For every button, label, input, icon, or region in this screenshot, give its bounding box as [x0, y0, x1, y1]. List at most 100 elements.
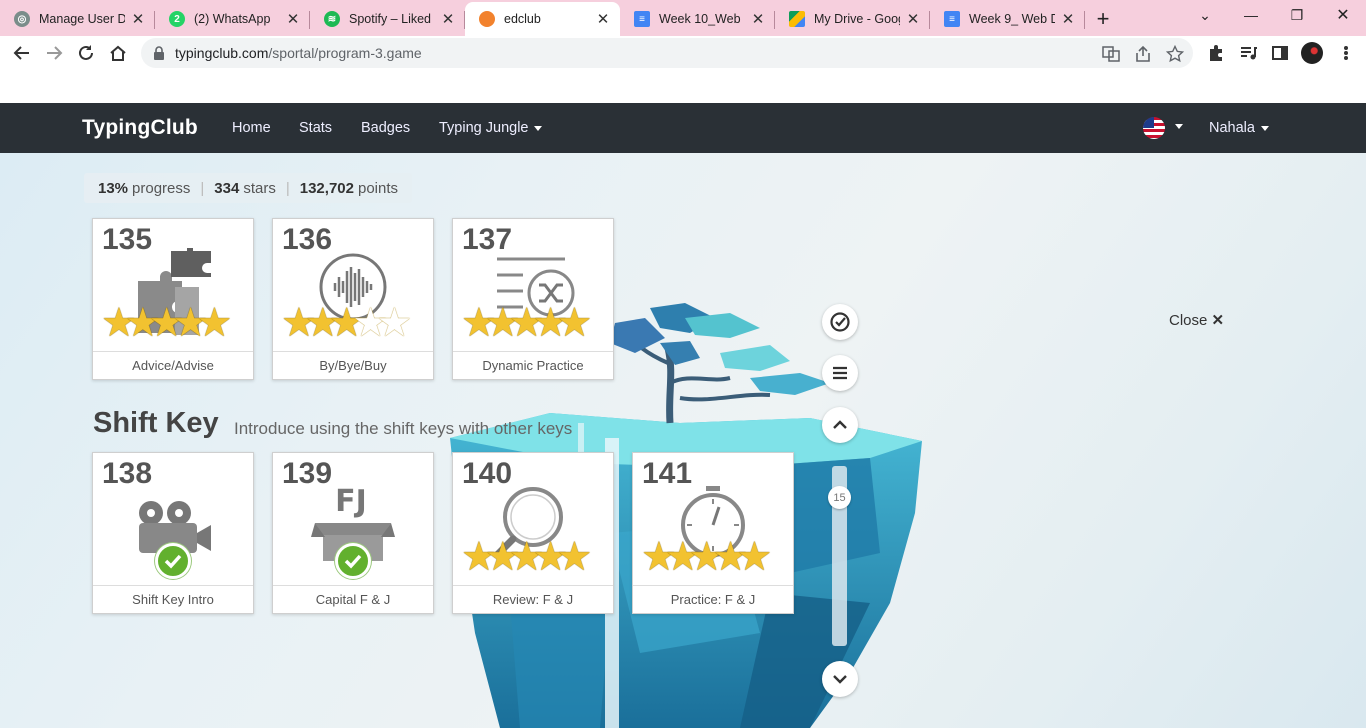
level-scroll-handle[interactable]: 15	[828, 486, 851, 509]
lesson-number: 138	[102, 457, 153, 490]
lesson-number: 135	[102, 223, 153, 256]
close-tab-icon[interactable]: ✕	[286, 10, 300, 28]
user-menu-dropdown[interactable]: Nahala	[1209, 120, 1269, 136]
google-docs-favicon-icon: ≡	[634, 11, 650, 27]
nav-badges-link[interactable]: Badges	[361, 120, 410, 136]
back-button[interactable]	[9, 41, 35, 65]
stars-label: stars	[243, 179, 276, 197]
close-icon: ✕	[1211, 312, 1225, 329]
lesson-number: 137	[462, 223, 513, 256]
star-rating: ★ ★ ★ ★ ★	[461, 301, 593, 345]
restore-window-button[interactable]: ❐	[1274, 0, 1320, 30]
profile-avatar[interactable]	[1301, 42, 1323, 64]
browser-tab[interactable]: ≡ Week 9_ Web De ✕	[930, 2, 1085, 36]
browser-menu-icon[interactable]	[1336, 42, 1356, 64]
chatgpt-favicon-icon: ◎	[14, 11, 30, 27]
back-arrow-icon	[13, 46, 29, 60]
browser-tab-active[interactable]: edclub ✕	[465, 2, 620, 36]
scroll-up-button[interactable]	[822, 407, 858, 443]
hamburger-icon	[833, 366, 847, 380]
close-window-button[interactable]: ✕	[1320, 0, 1366, 30]
us-flag-icon[interactable]	[1143, 117, 1165, 139]
nav-stats-link[interactable]: Stats	[299, 120, 332, 136]
close-tab-icon[interactable]: ✕	[131, 10, 145, 28]
tab-title: Week 10_Web De	[659, 12, 745, 26]
browser-tab-strip: ◎ Manage User Dat ✕ 2 (2) WhatsApp ✕ ≋ S…	[0, 0, 1366, 36]
bookmark-star-icon[interactable]	[1166, 45, 1184, 63]
new-tab-button[interactable]: +	[1085, 2, 1121, 36]
google-drive-favicon-icon	[789, 11, 805, 27]
lesson-title: Dynamic Practice	[453, 351, 613, 379]
lock-icon	[154, 46, 164, 60]
chevron-down-icon	[833, 675, 847, 684]
nav-home-link[interactable]: Home	[232, 120, 271, 136]
close-tab-icon[interactable]: ✕	[596, 10, 610, 28]
browser-tab[interactable]: ≡ Week 10_Web De ✕	[620, 2, 775, 36]
lesson-title: Review: F & J	[453, 585, 613, 613]
menu-button[interactable]	[822, 355, 858, 391]
lesson-card-139[interactable]: FJ 139 Capital F & J	[272, 452, 434, 614]
browser-tab[interactable]: ≋ Spotify – Liked Sc ✕	[310, 2, 465, 36]
stars-value: 334	[214, 179, 240, 197]
typingclub-logo[interactable]: TypingClub	[82, 116, 198, 140]
url-bar[interactable]: typingclub.com/sportal/program-3.game	[141, 38, 1193, 68]
close-tab-icon[interactable]: ✕	[441, 10, 455, 28]
lesson-map: 13% progress | 334 stars | 132,702 points 1…	[0, 153, 1366, 728]
home-icon	[110, 45, 126, 61]
share-icon[interactable]	[1134, 45, 1152, 63]
tab-search-chevron-icon[interactable]: ⌄	[1182, 0, 1228, 30]
progress-stats-bar: 13% progress | 334 stars | 132,702 points	[84, 173, 413, 203]
lesson-card-141[interactable]: 141 ★ ★ ★ ★ ★ Practice: F & J	[632, 452, 794, 614]
extensions-puzzle-icon[interactable]	[1206, 43, 1226, 63]
reload-button[interactable]	[73, 41, 99, 65]
caret-down-icon	[1260, 125, 1269, 131]
home-button[interactable]	[105, 41, 131, 65]
lesson-card-136[interactable]: 136 ★ ★ ★ ★ ★ By/Bye/Buy	[272, 218, 434, 380]
lesson-number: 136	[282, 223, 333, 256]
nav-typing-jungle-label: Typing Jungle	[439, 120, 529, 136]
tab-title: edclub	[504, 12, 541, 26]
minimize-window-button[interactable]: —	[1228, 0, 1274, 30]
media-queue-icon[interactable]	[1238, 43, 1258, 63]
chevron-up-icon	[833, 420, 847, 429]
page-top-strip	[0, 70, 1366, 103]
points-value: 132,702	[299, 179, 354, 197]
check-circle-icon	[830, 312, 850, 332]
star-rating: ★ ★ ★ ★ ★	[101, 301, 233, 345]
google-docs-favicon-icon: ≡	[944, 11, 960, 27]
side-panel-icon[interactable]	[1270, 43, 1290, 63]
lesson-card-135[interactable]: 135 ★ ★ ★ ★ ★ Advice/Advise	[92, 218, 254, 380]
lesson-title: By/Bye/Buy	[273, 351, 433, 379]
lesson-title: Capital F & J	[273, 585, 433, 613]
points-label: points	[357, 179, 399, 197]
progress-label: progress	[132, 179, 191, 197]
browser-tab[interactable]: ◎ Manage User Dat ✕	[0, 2, 155, 36]
tab-title: Spotify – Liked Sc	[349, 12, 435, 26]
tab-title: Week 9_ Web De	[969, 12, 1055, 26]
box-text: FJ	[335, 484, 367, 519]
language-dropdown-caret-icon[interactable]	[1169, 118, 1183, 134]
section-title: Shift Key	[93, 407, 219, 439]
lesson-title: Shift Key Intro	[93, 585, 253, 613]
translate-icon[interactable]	[1102, 45, 1120, 63]
browser-tab[interactable]: My Drive - Googl ✕	[775, 2, 930, 36]
star-rating: ★ ★ ★ ★ ★	[461, 535, 593, 579]
lesson-number: 139	[282, 457, 333, 490]
lesson-card-138[interactable]: 138 Shift Key Intro	[92, 452, 254, 614]
user-name: Nahala	[1209, 120, 1255, 136]
close-tab-icon[interactable]: ✕	[906, 10, 920, 28]
scroll-down-button[interactable]	[822, 661, 858, 697]
close-tab-icon[interactable]: ✕	[1061, 10, 1075, 28]
forward-button[interactable]	[41, 41, 67, 65]
nav-typing-jungle-dropdown[interactable]: Typing Jungle	[439, 120, 543, 136]
browser-tab[interactable]: 2 (2) WhatsApp ✕	[155, 2, 310, 36]
lesson-card-137[interactable]: 137 ★ ★ ★ ★ ★ Dynamic Practice	[452, 218, 614, 380]
goals-check-button[interactable]	[822, 304, 858, 340]
close-tab-icon[interactable]: ✕	[751, 10, 765, 28]
tab-title: Manage User Dat	[39, 12, 125, 26]
lesson-card-140[interactable]: 140 ★ ★ ★ ★ ★ Review: F & J	[452, 452, 614, 614]
star-rating: ★ ★ ★ ★ ★	[281, 301, 413, 345]
close-button[interactable]: Close ✕	[1169, 311, 1224, 329]
lesson-number: 140	[462, 457, 513, 490]
close-label: Close	[1169, 312, 1208, 329]
